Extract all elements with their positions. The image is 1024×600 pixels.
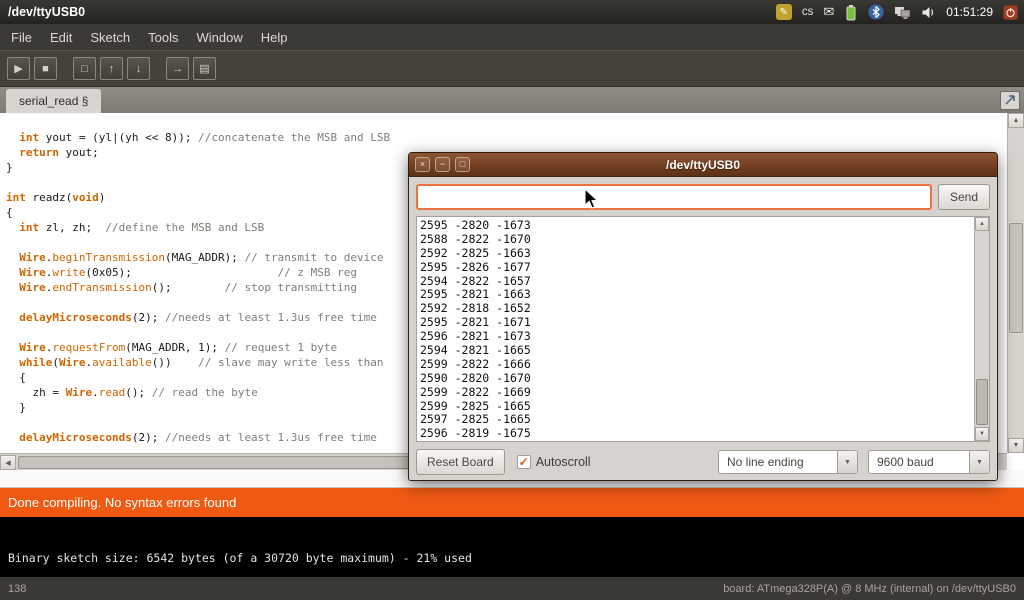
serial-output-scrollbar[interactable]: ▲ ▼ — [974, 217, 989, 441]
serial-line: 2592 -2818 -1652 — [420, 302, 971, 316]
scroll-down-icon[interactable]: ▼ — [1008, 438, 1024, 453]
serial-output-area[interactable]: 2595 -2820 -16732588 -2822 -16702592 -28… — [416, 216, 990, 442]
new-sketch-icon: □ — [81, 63, 88, 75]
window-controls: × − □ — [415, 157, 470, 172]
serial-line: 2599 -2822 -1666 — [420, 358, 971, 372]
autoscroll-checkbox[interactable]: ✓ — [517, 455, 531, 469]
serial-line: 2595 -2821 -1671 — [420, 316, 971, 330]
editor-vertical-scrollbar[interactable]: ▲ ▼ — [1007, 113, 1024, 453]
menu-item-tools[interactable]: Tools — [139, 26, 187, 49]
top-panel: /dev/ttyUSB0 ✎ cs ✉ 01:51:29 — [0, 0, 1024, 24]
serial-monitor-body: Send 2595 -2820 -16732588 -2822 -1670259… — [409, 177, 997, 482]
stop-button[interactable]: ■ — [34, 57, 57, 80]
baud-rate-select[interactable]: 9600 baud ▼ — [868, 450, 990, 474]
scroll-up-icon[interactable]: ▲ — [975, 217, 989, 231]
toolbar: ▶ ■ □ ↑ ↓ → ▤ — [0, 50, 1024, 86]
minimize-icon: − — [440, 160, 445, 169]
serial-monitor-icon: ▤ — [199, 62, 209, 75]
chevron-down-icon[interactable]: ▼ — [969, 451, 989, 473]
serial-send-input[interactable] — [416, 184, 932, 210]
close-icon: × — [420, 160, 425, 169]
serial-line: 2595 -2820 -1673 — [420, 219, 971, 233]
verify-button[interactable]: ▶ — [7, 57, 30, 80]
close-button[interactable]: × — [415, 157, 430, 172]
board-info: board: ATmega328P(A) @ 8 MHz (internal) … — [723, 583, 1016, 595]
upload-icon: → — [172, 63, 183, 75]
menu-item-help[interactable]: Help — [252, 26, 297, 49]
open-icon: ↑ — [109, 63, 115, 75]
serial-line: 2594 -2822 -1657 — [420, 275, 971, 289]
serial-line: 2592 -2825 -1663 — [420, 247, 971, 261]
save-button[interactable]: ↓ — [127, 57, 150, 80]
maximize-icon: □ — [460, 160, 465, 169]
battery-icon[interactable] — [844, 3, 858, 21]
network-icon[interactable] — [894, 3, 911, 21]
power-icon[interactable] — [1003, 3, 1018, 21]
keyboard-layout-indicator[interactable]: cs — [802, 3, 814, 21]
footer-status-strip: 138 board: ATmega328P(A) @ 8 MHz (intern… — [0, 577, 1024, 600]
clock[interactable]: 01:51:29 — [946, 3, 993, 21]
minimize-button[interactable]: − — [435, 157, 450, 172]
open-button[interactable]: ↑ — [100, 57, 123, 80]
serial-line: 2595 -2826 -1677 — [420, 261, 971, 275]
menu-item-file[interactable]: File — [2, 26, 41, 49]
autoscroll-control[interactable]: ✓ Autoscroll — [517, 455, 591, 469]
scroll-up-icon[interactable]: ▲ — [1008, 113, 1024, 128]
compile-status-message: Done compiling. No syntax errors found — [8, 495, 236, 510]
verify-icon: ▶ — [14, 62, 22, 75]
serial-line: 2590 -2820 -1670 — [420, 372, 971, 386]
scroll-left-icon[interactable]: ◀ — [0, 455, 16, 470]
menu-bar: FileEditSketchToolsWindowHelp — [0, 24, 1024, 50]
scroll-thumb[interactable] — [976, 379, 988, 425]
maximize-button[interactable]: □ — [455, 157, 470, 172]
new-sketch-button[interactable]: □ — [73, 57, 96, 80]
console-output: Binary sketch size: 6542 bytes (of a 307… — [0, 517, 1024, 577]
baud-rate-value: 9600 baud — [869, 451, 969, 473]
console-message: Binary sketch size: 6542 bytes (of a 307… — [0, 517, 1024, 565]
cursor-line-number: 138 — [8, 583, 26, 595]
tab-menu-icon — [1005, 92, 1015, 110]
tab-serial-read[interactable]: serial_read § — [6, 89, 101, 113]
stop-icon: ■ — [42, 63, 49, 75]
line-ending-value: No line ending — [719, 451, 837, 473]
serial-line: 2594 -2821 -1665 — [420, 344, 971, 358]
check-icon: ✓ — [519, 456, 529, 468]
horizontal-scroll-thumb[interactable] — [18, 456, 448, 469]
serial-monitor-window: × − □ /dev/ttyUSB0 Send 2595 -2820 -1673… — [408, 152, 998, 481]
send-button[interactable]: Send — [938, 184, 990, 210]
system-tray: ✎ cs ✉ 01:51:29 — [776, 3, 1018, 21]
volume-icon[interactable] — [921, 3, 936, 21]
serial-line: 2595 -2821 -1663 — [420, 288, 971, 302]
serial-line: 2596 -2819 -1675 — [420, 427, 971, 441]
serial-line: 2597 -2825 -1665 — [420, 413, 971, 427]
serial-monitor-title: /dev/ttyUSB0 — [409, 158, 997, 172]
menu-item-edit[interactable]: Edit — [41, 26, 81, 49]
edit-note-icon[interactable]: ✎ — [776, 4, 792, 20]
vertical-scroll-thumb[interactable] — [1009, 223, 1023, 333]
menu-item-sketch[interactable]: Sketch — [81, 26, 139, 49]
serial-line: 2599 -2822 -1669 — [420, 386, 971, 400]
bluetooth-icon[interactable] — [868, 3, 884, 21]
compile-status-bar: Done compiling. No syntax errors found — [0, 488, 1024, 517]
scroll-down-icon[interactable]: ▼ — [975, 427, 989, 441]
tab-menu-button[interactable] — [1000, 91, 1020, 110]
tab-bar: serial_read § — [0, 86, 1024, 113]
serial-line: 2588 -2822 -1670 — [420, 233, 971, 247]
autoscroll-label: Autoscroll — [536, 455, 591, 469]
serial-line: 2596 -2821 -1673 — [420, 330, 971, 344]
window-title: /dev/ttyUSB0 — [8, 5, 85, 19]
serial-monitor-titlebar[interactable]: × − □ /dev/ttyUSB0 — [409, 153, 997, 177]
line-ending-select[interactable]: No line ending ▼ — [718, 450, 858, 474]
serial-monitor-button[interactable]: ▤ — [193, 57, 216, 80]
serial-line: 2599 -2825 -1665 — [420, 400, 971, 414]
menu-item-window[interactable]: Window — [187, 26, 251, 49]
mail-icon[interactable]: ✉ — [823, 3, 834, 21]
save-icon: ↓ — [136, 63, 142, 75]
chevron-down-icon[interactable]: ▼ — [837, 451, 857, 473]
upload-button[interactable]: → — [166, 57, 189, 80]
serial-output-text: 2595 -2820 -16732588 -2822 -16702592 -28… — [417, 217, 989, 441]
reset-board-button[interactable]: Reset Board — [416, 449, 505, 475]
code-line: int yout = (yl|(yh << 8)); //concatenate… — [6, 130, 1024, 145]
